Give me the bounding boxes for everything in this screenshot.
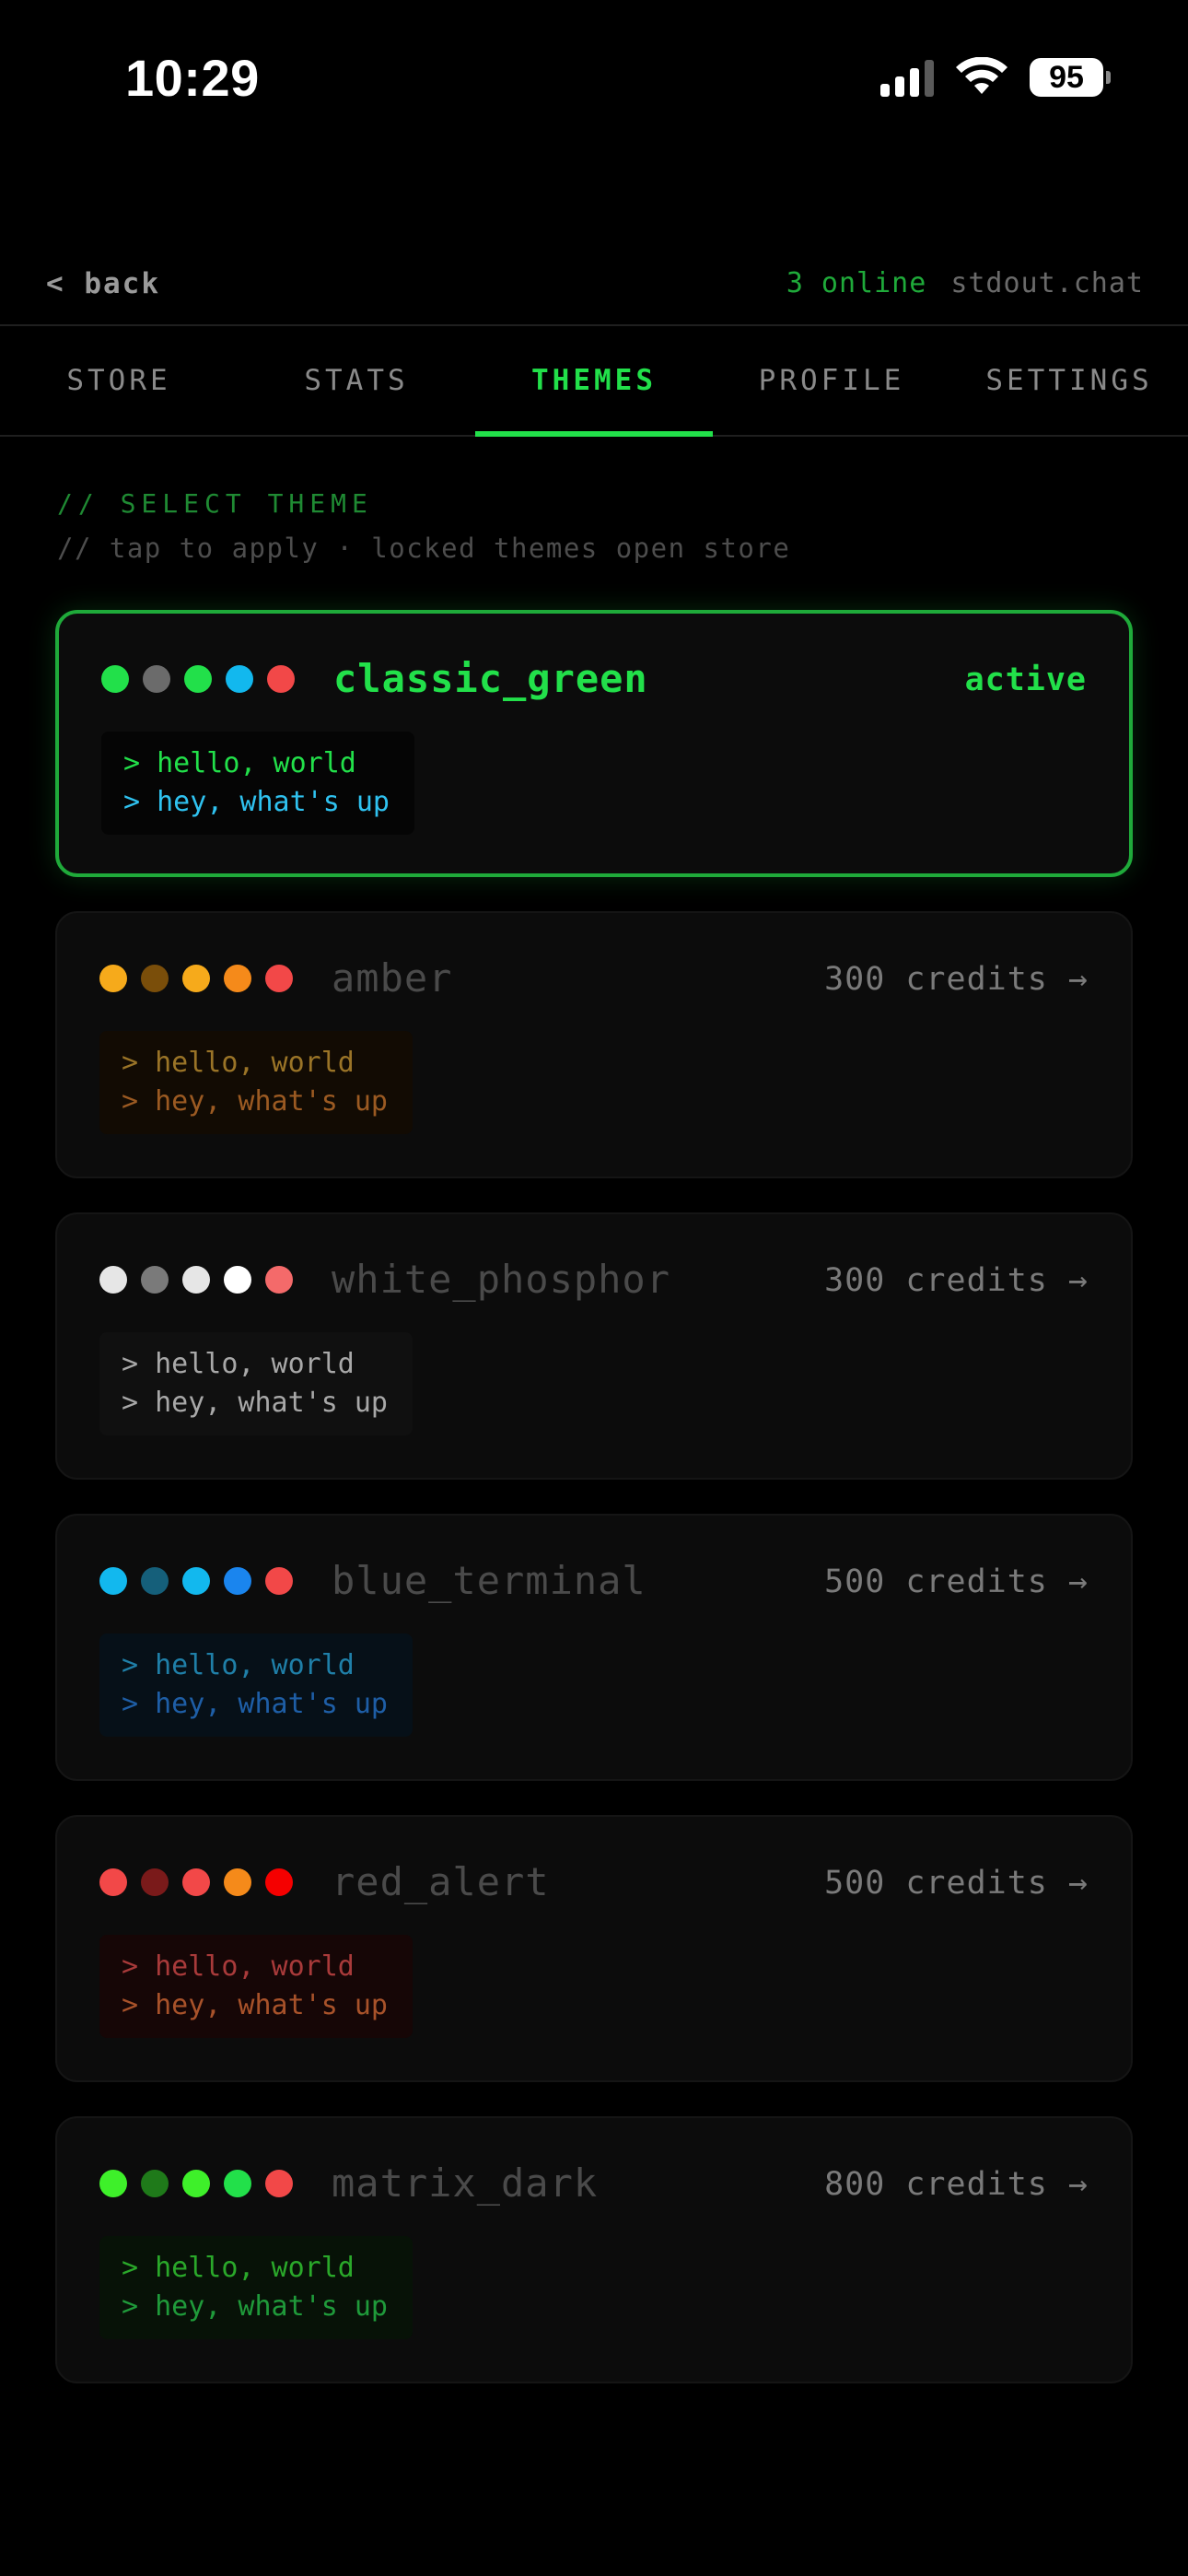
theme-price-button[interactable]: 300 credits → xyxy=(824,1262,1089,1299)
theme-preview: > hello, world > hey, what's up xyxy=(99,1633,413,1737)
cellular-signal-icon xyxy=(880,58,934,97)
preview-line-2: > hey, what's up xyxy=(123,786,390,818)
section-title: // SELECT THEME xyxy=(57,488,373,519)
swatch-dot xyxy=(265,1567,293,1595)
theme-preview: > hello, world > hey, what's up xyxy=(99,1031,413,1134)
theme-swatches xyxy=(99,1567,293,1595)
theme-preview: > hello, world > hey, what's up xyxy=(99,2236,413,2339)
swatch-dot xyxy=(265,2170,293,2197)
swatch-dot xyxy=(265,965,293,992)
theme-card-white-phosphor[interactable]: white_phosphor 300 credits → > hello, wo… xyxy=(55,1212,1133,1480)
theme-name: blue_terminal xyxy=(332,1558,646,1603)
tab-themes[interactable]: THEMES xyxy=(475,326,713,437)
swatch-dot xyxy=(224,1567,251,1595)
tab-bar: STORE STATS THEMES PROFILE SETTINGS xyxy=(0,324,1188,437)
swatch-dot xyxy=(224,1868,251,1896)
theme-price-button[interactable]: 500 credits → xyxy=(824,1865,1089,1902)
theme-swatches xyxy=(99,965,293,992)
online-count: 3 online xyxy=(786,267,927,299)
swatch-dot xyxy=(184,665,212,693)
theme-swatches xyxy=(99,1266,293,1294)
tab-profile[interactable]: PROFILE xyxy=(713,326,950,435)
preview-line-1: > hello, world xyxy=(122,1348,355,1380)
theme-name: red_alert xyxy=(332,1859,550,1904)
swatch-dot xyxy=(265,1868,293,1896)
swatch-dot xyxy=(182,1266,210,1294)
preview-line-1: > hello, world xyxy=(122,1649,355,1681)
theme-price-button[interactable]: 500 credits → xyxy=(824,1563,1089,1600)
theme-card-classic-green[interactable]: classic_green active > hello, world > he… xyxy=(55,610,1133,877)
theme-swatches xyxy=(99,1868,293,1896)
site-name: stdout.chat xyxy=(950,267,1144,299)
theme-price-button[interactable]: 800 credits → xyxy=(824,2166,1089,2203)
swatch-dot xyxy=(265,1266,293,1294)
theme-name: matrix_dark xyxy=(332,2160,599,2206)
swatch-dot xyxy=(182,2170,210,2197)
tab-store[interactable]: STORE xyxy=(0,326,238,435)
swatch-dot xyxy=(141,965,169,992)
preview-line-2: > hey, what's up xyxy=(122,2290,388,2323)
preview-line-1: > hello, world xyxy=(122,1950,355,1983)
preview-line-2: > hey, what's up xyxy=(122,1989,388,2021)
swatch-dot xyxy=(226,665,253,693)
swatch-dot xyxy=(99,1868,127,1896)
preview-line-2: > hey, what's up xyxy=(122,1085,388,1118)
theme-preview: > hello, world > hey, what's up xyxy=(99,1935,413,2038)
swatch-dot xyxy=(141,2170,169,2197)
swatch-dot xyxy=(182,1868,210,1896)
swatch-dot xyxy=(141,1567,169,1595)
theme-name: white_phosphor xyxy=(332,1257,671,1302)
theme-card-amber[interactable]: amber 300 credits → > hello, world > hey… xyxy=(55,911,1133,1178)
preview-line-1: > hello, world xyxy=(123,747,356,779)
swatch-dot xyxy=(267,665,295,693)
wifi-icon xyxy=(956,57,1007,94)
theme-list: classic_green active > hello, world > he… xyxy=(55,610,1133,2418)
theme-name: amber xyxy=(332,955,453,1001)
theme-name: classic_green xyxy=(333,656,648,701)
swatch-dot xyxy=(141,1868,169,1896)
swatch-dot xyxy=(99,1266,127,1294)
swatch-dot xyxy=(224,965,251,992)
theme-card-blue-terminal[interactable]: blue_terminal 500 credits → > hello, wor… xyxy=(55,1514,1133,1781)
theme-preview: > hello, world > hey, what's up xyxy=(101,732,414,835)
swatch-dot xyxy=(143,665,170,693)
tab-stats[interactable]: STATS xyxy=(238,326,475,435)
theme-preview: > hello, world > hey, what's up xyxy=(99,1332,413,1435)
tab-settings[interactable]: SETTINGS xyxy=(950,326,1188,435)
swatch-dot xyxy=(224,1266,251,1294)
battery-icon: 95 xyxy=(1030,58,1111,97)
status-bar: 10:29 95 xyxy=(0,0,1188,161)
battery-level: 95 xyxy=(1030,58,1103,97)
swatch-dot xyxy=(99,965,127,992)
swatch-dot xyxy=(182,1567,210,1595)
theme-card-red-alert[interactable]: red_alert 500 credits → > hello, world >… xyxy=(55,1815,1133,2082)
preview-line-1: > hello, world xyxy=(122,2252,355,2284)
swatch-dot xyxy=(99,2170,127,2197)
theme-swatches xyxy=(99,2170,293,2197)
swatch-dot xyxy=(224,2170,251,2197)
swatch-dot xyxy=(101,665,129,693)
top-nav: < back 3 online stdout.chat xyxy=(0,249,1188,322)
theme-card-matrix-dark[interactable]: matrix_dark 800 credits → > hello, world… xyxy=(55,2116,1133,2383)
swatch-dot xyxy=(141,1266,169,1294)
back-button[interactable]: < back xyxy=(46,267,160,300)
status-time: 10:29 xyxy=(125,49,260,107)
preview-line-2: > hey, what's up xyxy=(122,1688,388,1720)
theme-status: active xyxy=(964,662,1087,698)
section-subtitle: // tap to apply · locked themes open sto… xyxy=(57,533,791,564)
theme-price-button[interactable]: 300 credits → xyxy=(824,961,1089,998)
swatch-dot xyxy=(99,1567,127,1595)
swatch-dot xyxy=(182,965,210,992)
preview-line-1: > hello, world xyxy=(122,1047,355,1079)
nav-right: 3 online stdout.chat xyxy=(786,267,1144,299)
status-icons: 95 xyxy=(880,57,1111,98)
theme-swatches xyxy=(101,665,295,693)
preview-line-2: > hey, what's up xyxy=(122,1387,388,1419)
